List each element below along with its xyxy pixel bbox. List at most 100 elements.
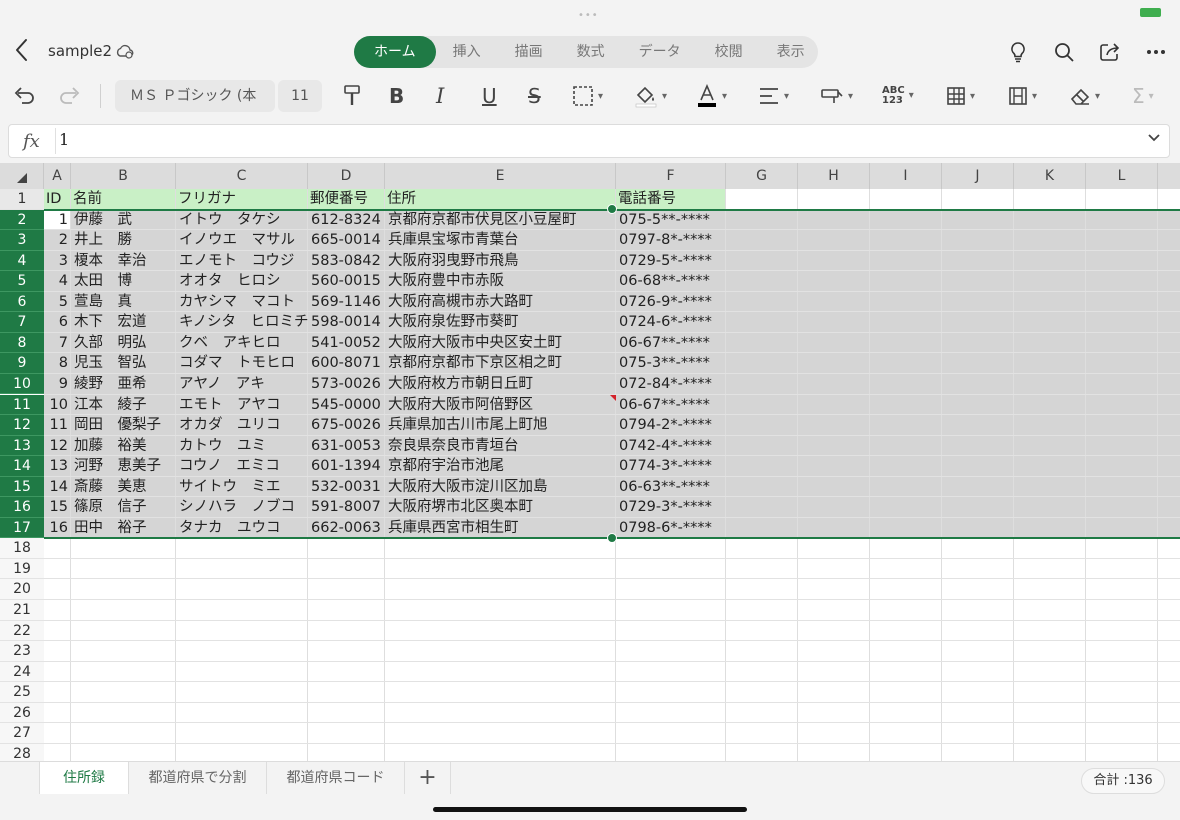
tab-data[interactable]: データ bbox=[622, 36, 698, 68]
row-header-5[interactable]: 5 bbox=[0, 271, 44, 292]
row-header-20[interactable]: 20 bbox=[0, 579, 44, 600]
autosum-icon[interactable]: Σ ▾ bbox=[1132, 83, 1154, 109]
row-header-12[interactable]: 12 bbox=[0, 415, 44, 436]
row-header-14[interactable]: 14 bbox=[0, 456, 44, 477]
tab-insert[interactable]: 挿入 bbox=[436, 36, 498, 68]
column-header-g[interactable]: G bbox=[726, 163, 798, 189]
fx-label: fx bbox=[23, 131, 40, 152]
row-header-7[interactable]: 7 bbox=[0, 312, 44, 333]
row-header-11[interactable]: 11 bbox=[0, 394, 44, 415]
table-icon[interactable]: ▾ bbox=[946, 83, 975, 109]
search-icon[interactable] bbox=[1052, 40, 1076, 64]
row-gridline bbox=[44, 578, 1180, 580]
column-header-d[interactable]: D bbox=[308, 163, 385, 189]
row-header-4[interactable]: 4 bbox=[0, 250, 44, 272]
eraser-icon[interactable]: ▾ bbox=[1069, 83, 1100, 109]
share-icon[interactable] bbox=[1098, 40, 1122, 64]
font-name-box[interactable]: ＭＳ Ｐゴシック (本 bbox=[115, 80, 275, 112]
undo-icon[interactable] bbox=[12, 83, 36, 109]
row-gridline bbox=[44, 640, 1180, 642]
row-header-28[interactable]: 28 bbox=[0, 743, 44, 761]
row-header-10[interactable]: 10 bbox=[0, 373, 44, 395]
format-painter-icon[interactable] bbox=[342, 83, 362, 109]
column-header-m[interactable] bbox=[1158, 163, 1180, 189]
multitask-grabber[interactable]: ••• bbox=[578, 10, 599, 21]
font-color-icon[interactable]: ▾ bbox=[696, 83, 727, 109]
column-header-c[interactable]: C bbox=[176, 163, 308, 189]
home-indicator bbox=[433, 807, 747, 812]
borders-icon[interactable]: ▾ bbox=[572, 83, 603, 109]
row-header-18[interactable]: 18 bbox=[0, 538, 44, 559]
row-header-1[interactable]: 1 bbox=[0, 189, 44, 210]
tab-review[interactable]: 校閲 bbox=[698, 36, 760, 68]
row-header-25[interactable]: 25 bbox=[0, 682, 44, 703]
row-header-16[interactable]: 16 bbox=[0, 497, 44, 518]
strikethrough-icon[interactable]: S bbox=[528, 83, 541, 109]
row-header-22[interactable]: 22 bbox=[0, 620, 44, 642]
row-header-15[interactable]: 15 bbox=[0, 476, 44, 498]
status-sum[interactable]: 合計 :136 bbox=[1081, 768, 1165, 794]
fill-color-icon[interactable]: ▾ bbox=[634, 83, 667, 109]
tab-formulas[interactable]: 数式 bbox=[560, 36, 622, 68]
header-cell-id[interactable]: ID bbox=[44, 189, 71, 210]
spreadsheet-grid[interactable]: ABCDEFGHIJKL 1 2 3 4 5 6 7 8 9 10 11 12 13 14 15 16 17 18… bbox=[0, 163, 1180, 761]
chevron-down-icon[interactable] bbox=[1147, 131, 1161, 147]
row-header-23[interactable]: 23 bbox=[0, 641, 44, 662]
select-all-corner[interactable] bbox=[0, 163, 44, 189]
wrap-text-icon[interactable]: ▾ bbox=[820, 83, 853, 109]
header-cell-name[interactable]: 名前 bbox=[71, 189, 176, 210]
column-header-k[interactable]: K bbox=[1014, 163, 1086, 189]
document-title[interactable]: sample2 bbox=[48, 42, 112, 60]
row-header-26[interactable]: 26 bbox=[0, 702, 44, 724]
header-cell-phone[interactable]: 電話番号 bbox=[616, 189, 726, 210]
tab-view[interactable]: 表示 bbox=[760, 36, 822, 68]
underline-icon[interactable]: U bbox=[482, 83, 497, 109]
row-header-6[interactable]: 6 bbox=[0, 291, 44, 313]
more-icon[interactable] bbox=[1144, 40, 1168, 64]
row-header-3[interactable]: 3 bbox=[0, 230, 44, 251]
redo-icon[interactable] bbox=[58, 83, 82, 109]
column-header-a[interactable]: A bbox=[44, 163, 71, 189]
row-header-24[interactable]: 24 bbox=[0, 661, 44, 683]
row-header-27[interactable]: 27 bbox=[0, 723, 44, 744]
column-header-j[interactable]: J bbox=[942, 163, 1014, 189]
selection-handle-top[interactable] bbox=[607, 203, 617, 214]
comment-indicator[interactable] bbox=[610, 394, 616, 401]
column-header-i[interactable]: I bbox=[870, 163, 942, 189]
column-header-e[interactable]: E bbox=[385, 163, 616, 189]
cell-size-icon[interactable]: ▾ bbox=[1008, 83, 1037, 109]
header-cell-furigana[interactable]: フリガナ bbox=[176, 189, 308, 210]
formula-input[interactable]: 1 bbox=[59, 130, 69, 149]
row-header-8[interactable]: 8 bbox=[0, 332, 44, 354]
row-header-2[interactable]: 2 bbox=[0, 209, 44, 231]
row-header-13[interactable]: 13 bbox=[0, 435, 44, 457]
header-cell-postal-code[interactable]: 郵便番号 bbox=[308, 189, 385, 210]
back-chevron-icon[interactable] bbox=[14, 38, 36, 66]
row-header-19[interactable]: 19 bbox=[0, 558, 44, 580]
sheet-tab-prefecture-code[interactable]: 都道府県コード bbox=[267, 762, 405, 794]
tab-draw[interactable]: 描画 bbox=[498, 36, 560, 68]
column-header-b[interactable]: B bbox=[71, 163, 176, 189]
column-header-l[interactable]: L bbox=[1086, 163, 1158, 189]
column-header-h[interactable]: H bbox=[798, 163, 870, 189]
tab-home[interactable]: ホーム bbox=[354, 36, 436, 68]
add-sheet-button[interactable]: + bbox=[405, 762, 451, 794]
bold-icon[interactable]: B bbox=[389, 83, 404, 109]
column-header-f[interactable]: F bbox=[616, 163, 726, 189]
row-header-9[interactable]: 9 bbox=[0, 353, 44, 374]
sheet-tab-split-by-prefecture[interactable]: 都道府県で分割 bbox=[129, 762, 267, 794]
ribbon-tabs: ホーム 挿入 描画 数式 データ 校閲 表示 bbox=[354, 36, 818, 68]
lightbulb-icon[interactable] bbox=[1006, 40, 1030, 64]
row-header-21[interactable]: 21 bbox=[0, 600, 44, 621]
formula-divider bbox=[55, 128, 56, 154]
align-icon[interactable]: ▾ bbox=[758, 83, 789, 109]
number-format-icon[interactable]: ABC 123 ▾ bbox=[882, 83, 914, 109]
sheet-tab-address-book[interactable]: 住所録 bbox=[39, 762, 129, 794]
row-gridline bbox=[44, 660, 1180, 662]
battery-icon bbox=[1140, 8, 1161, 17]
font-size-box[interactable]: 11 bbox=[278, 80, 322, 112]
row-header-17[interactable]: 17 bbox=[0, 517, 44, 539]
header-cell-address[interactable]: 住所 bbox=[385, 189, 616, 210]
cloud-sync-icon[interactable] bbox=[116, 42, 134, 60]
italic-icon[interactable]: I bbox=[436, 83, 444, 109]
